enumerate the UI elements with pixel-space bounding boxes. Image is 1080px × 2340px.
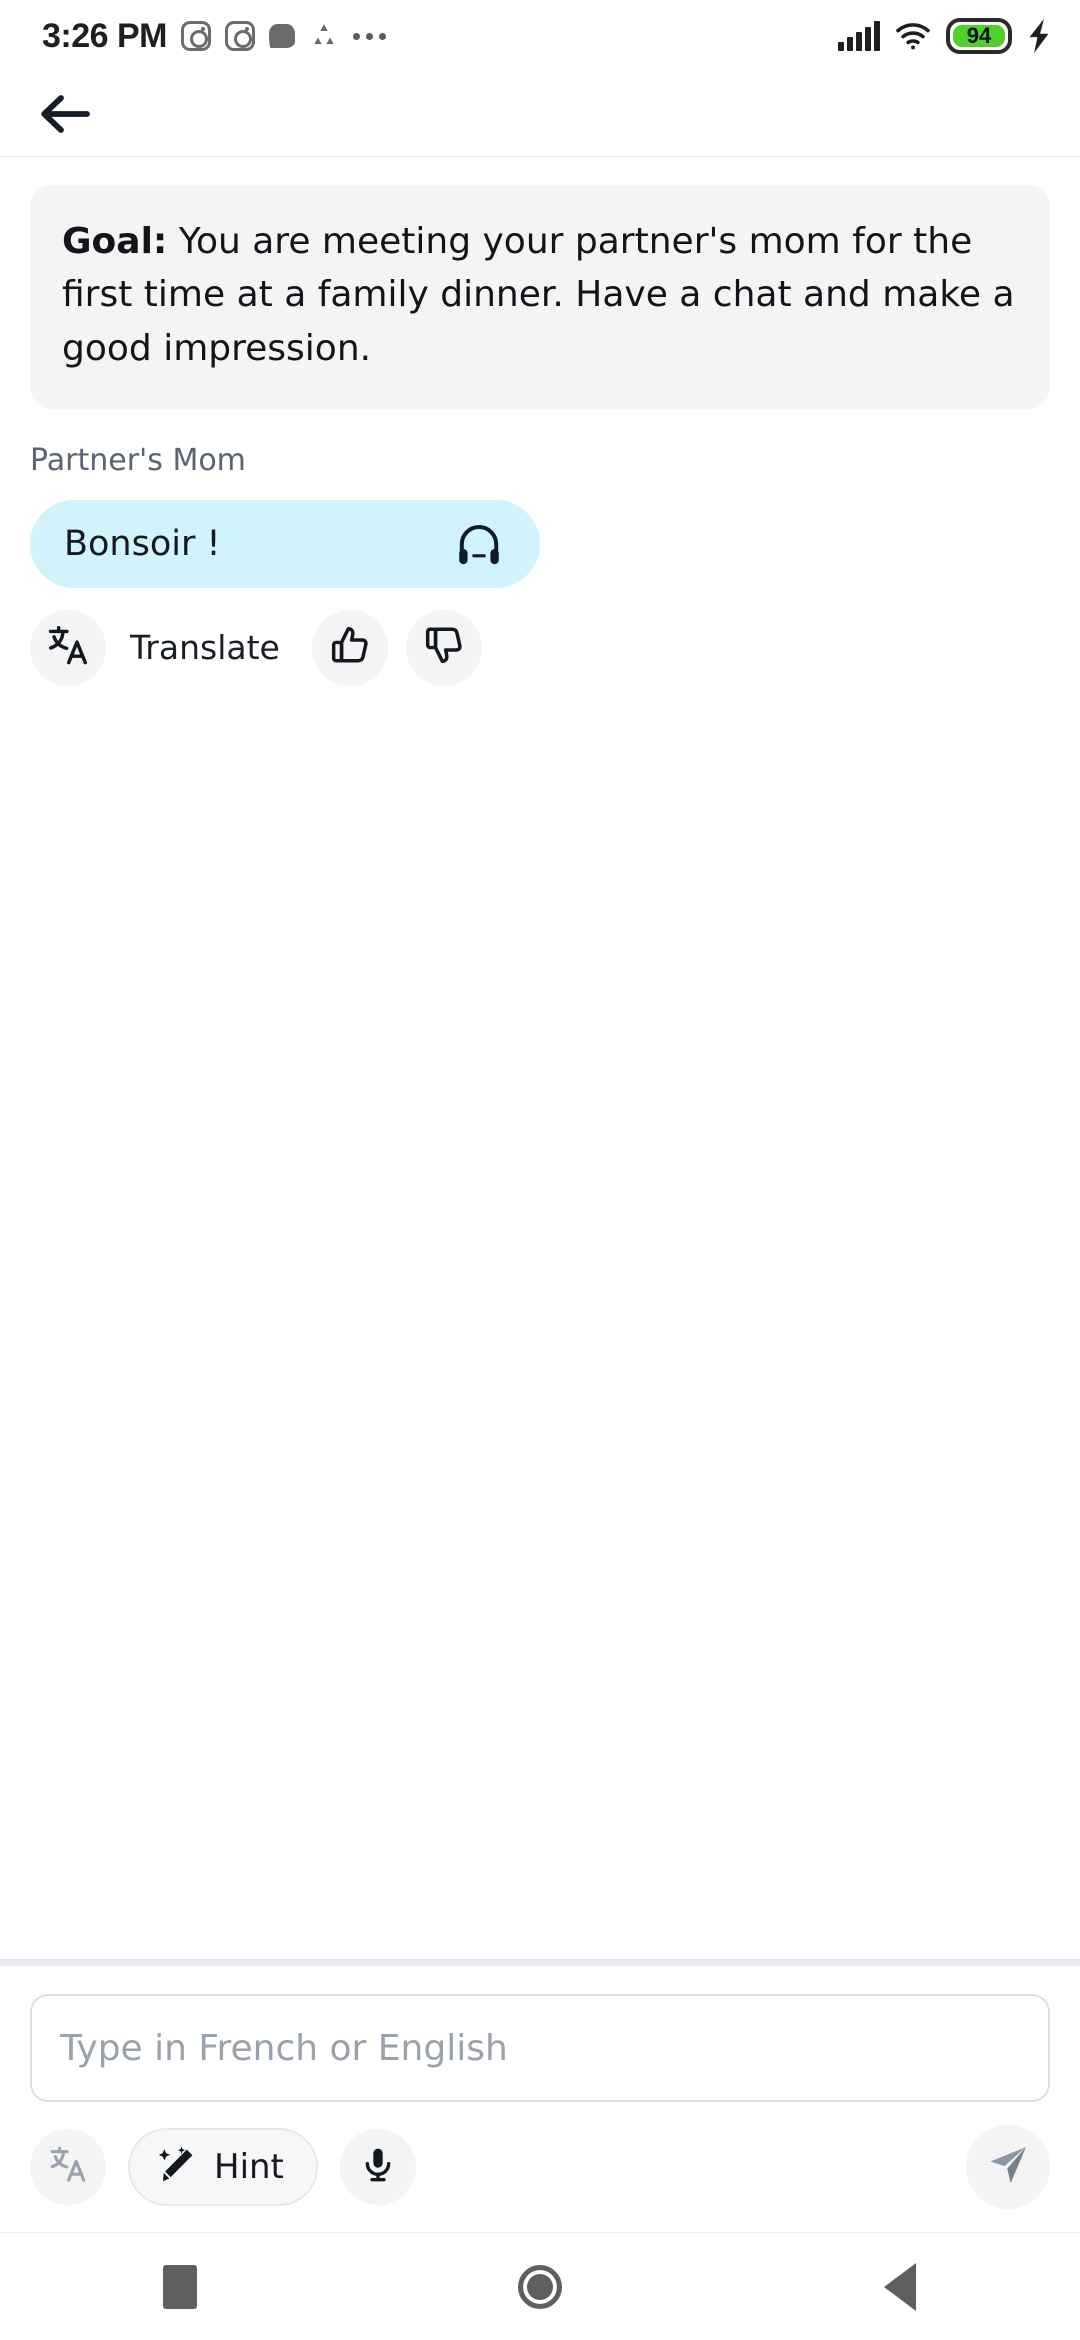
- message-input-placeholder: Type in French or English: [60, 2027, 508, 2069]
- recycle-icon: [309, 21, 339, 51]
- charging-bolt-icon: [1026, 19, 1052, 53]
- nav-back-button[interactable]: [825, 2233, 975, 2340]
- thumbs-down-button[interactable]: [405, 609, 482, 686]
- composer: Type in French or English Hint: [0, 1959, 1080, 2232]
- wifi-icon: [894, 21, 932, 51]
- phone-screen: 3:26 PM 94 Goal: You are meeting your pa…: [0, 0, 1080, 2340]
- instagram-icon: [225, 21, 255, 51]
- instagram-icon: [181, 21, 211, 51]
- status-bar-right: 94: [838, 18, 1052, 54]
- square-icon: [163, 2264, 197, 2309]
- composer-toolbar: Hint: [30, 2102, 1050, 2232]
- message-row: Bonsoir !: [30, 499, 1050, 588]
- chat-bubble-icon: [269, 24, 295, 48]
- circle-icon: [518, 2264, 562, 2309]
- translate-button[interactable]: [30, 609, 106, 686]
- triangle-left-icon: [884, 2262, 916, 2311]
- chat-content: Goal: You are meeting your partner's mom…: [0, 157, 1080, 1959]
- message-actions: Translate: [30, 609, 1050, 686]
- magic-wand-icon: [156, 2144, 198, 2191]
- back-button[interactable]: [30, 79, 100, 149]
- composer-translate-button[interactable]: [30, 2129, 106, 2205]
- speaker-name: Partner's Mom: [30, 442, 246, 478]
- message-input[interactable]: Type in French or English: [30, 1994, 1050, 2102]
- goal-label: Goal:: [62, 221, 168, 262]
- headphones-icon[interactable]: [452, 517, 506, 571]
- android-nav-bar: [0, 2232, 1080, 2340]
- goal-card: Goal: You are meeting your partner's mom…: [30, 185, 1050, 409]
- hint-button[interactable]: Hint: [128, 2128, 318, 2206]
- nav-home-button[interactable]: [465, 2233, 615, 2340]
- chat-bubble-text: Bonsoir !: [64, 523, 221, 564]
- cellular-signal-icon: [838, 21, 880, 51]
- thumbs-up-button[interactable]: [311, 609, 388, 686]
- goal-description: You are meeting your partner's mom for t…: [62, 221, 1015, 369]
- microphone-icon: [358, 2145, 398, 2190]
- translate-icon: [48, 2144, 88, 2190]
- chat-bubble[interactable]: Bonsoir !: [30, 499, 540, 588]
- battery-level: 94: [953, 25, 1005, 47]
- status-time: 3:26 PM: [42, 16, 168, 55]
- hint-label: Hint: [214, 2147, 284, 2187]
- status-bar-left: 3:26 PM: [42, 17, 386, 56]
- battery-icon: 94: [946, 18, 1012, 54]
- send-button[interactable]: [966, 2125, 1050, 2209]
- app-header: [0, 72, 1080, 157]
- status-bar: 3:26 PM 94: [0, 0, 1080, 72]
- more-icon: [353, 32, 386, 40]
- send-icon: [985, 2142, 1031, 2193]
- translate-icon: [46, 623, 90, 673]
- thumbs-down-icon: [422, 623, 466, 672]
- translate-label: Translate: [130, 628, 280, 668]
- microphone-button[interactable]: [339, 2129, 416, 2205]
- nav-recents-button[interactable]: [105, 2233, 255, 2340]
- goal-text: Goal: You are meeting your partner's mom…: [62, 215, 1018, 375]
- thumbs-up-icon: [328, 623, 372, 672]
